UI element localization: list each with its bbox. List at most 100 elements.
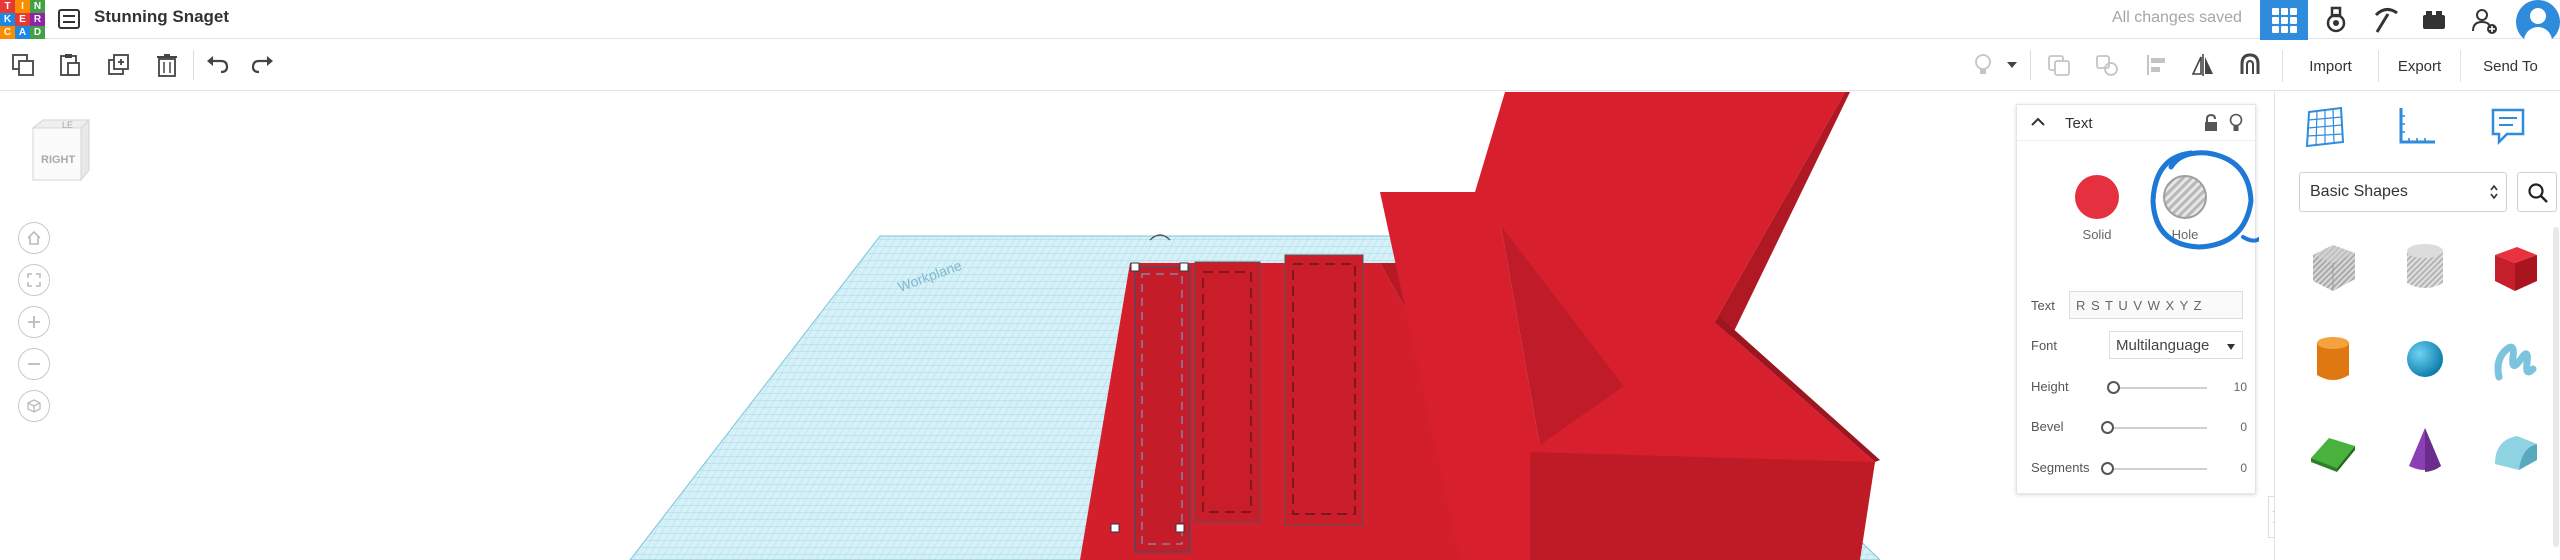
- shape-sphere[interactable]: [2385, 319, 2465, 399]
- segments-slider[interactable]: [2107, 468, 2207, 470]
- font-value: Multilanguage: [2116, 337, 2210, 354]
- light-dropdown[interactable]: [2004, 50, 2020, 80]
- tinkercad-logo[interactable]: TIN KER CAD: [0, 0, 46, 40]
- height-slider[interactable]: [2113, 387, 2207, 389]
- shape-box[interactable]: [2475, 227, 2555, 307]
- view-cube-top-label: LE: [62, 120, 74, 130]
- mirror-button[interactable]: [2188, 50, 2218, 80]
- chevron-up-icon[interactable]: [2031, 117, 2045, 127]
- minus-icon: [28, 363, 40, 365]
- shape-inspector: Text Solid Hole Text R S T U V W X Y Z F…: [2016, 104, 2259, 494]
- redo-icon: [251, 56, 273, 74]
- bevel-slider[interactable]: [2107, 427, 2207, 429]
- zoom-in-button[interactable]: [18, 306, 50, 338]
- view-cube[interactable]: LE RIGHT: [28, 118, 94, 190]
- paste-button[interactable]: [55, 50, 85, 80]
- plus-icon: [28, 316, 40, 328]
- shape-library-value: Basic Shapes: [2310, 183, 2408, 200]
- shape-roof[interactable]: [2293, 410, 2373, 490]
- height-slider-knob[interactable]: [2107, 381, 2120, 394]
- logo-letter: C: [0, 26, 15, 39]
- pickaxe-button[interactable]: [2362, 0, 2410, 40]
- shape-cone[interactable]: [2385, 410, 2465, 490]
- undo-button[interactable]: [202, 50, 232, 80]
- duplicate-button[interactable]: [104, 50, 134, 80]
- logo-letter: N: [30, 0, 45, 13]
- logo-letter: R: [30, 13, 45, 26]
- project-title[interactable]: Stunning Snaget: [94, 7, 229, 27]
- light-bulb-button[interactable]: [1968, 50, 1998, 80]
- shape-scribble[interactable]: [2475, 319, 2555, 399]
- segments-slider-knob[interactable]: [2101, 462, 2114, 475]
- notes-tool-button[interactable]: [2489, 106, 2529, 153]
- shapes-scrollbar[interactable]: [2553, 227, 2559, 547]
- shapes-panel: Basic Shapes: [2274, 92, 2560, 560]
- notes-icon: [2491, 108, 2525, 146]
- ruler-icon: [2399, 108, 2435, 144]
- copy-button[interactable]: [8, 50, 38, 80]
- shape-box-hole[interactable]: [2293, 227, 2373, 307]
- grid-view-icon: [2271, 7, 2297, 33]
- logo-letter: T: [0, 0, 15, 13]
- send-to-button[interactable]: Send To: [2460, 50, 2560, 82]
- shape-tile-partial[interactable]: [2299, 512, 2369, 560]
- tinker-lab-button[interactable]: [2312, 0, 2360, 40]
- delete-button[interactable]: [152, 50, 182, 80]
- shape-search-button[interactable]: [2517, 172, 2557, 212]
- import-button[interactable]: Import: [2282, 50, 2378, 82]
- design-list-icon[interactable]: [58, 9, 80, 29]
- inspector-header: Text: [2017, 105, 2255, 141]
- redo-button[interactable]: [248, 50, 278, 80]
- letter-row-2[interactable]: [1194, 261, 1261, 523]
- align-button[interactable]: [2142, 50, 2172, 80]
- chevron-down-icon: [2007, 62, 2017, 68]
- ungroup-button[interactable]: [2092, 50, 2122, 80]
- logo-letter: A: [15, 26, 30, 39]
- font-select[interactable]: Multilanguage: [2109, 331, 2243, 359]
- mirror-icon: [2191, 54, 2213, 76]
- lock-icon[interactable]: [2203, 114, 2219, 132]
- shape-library-select[interactable]: Basic Shapes: [2299, 172, 2507, 212]
- export-button[interactable]: Export: [2378, 50, 2460, 82]
- group-button[interactable]: [2044, 50, 2074, 80]
- avatar[interactable]: [2516, 0, 2560, 44]
- bevel-slider-knob[interactable]: [2101, 421, 2114, 434]
- height-label: Height: [2031, 379, 2069, 394]
- segments-value: 0: [2240, 461, 2247, 475]
- home-icon: [27, 230, 41, 245]
- logo-letter: E: [15, 13, 30, 26]
- magnet-button[interactable]: [2235, 50, 2265, 80]
- grid-view-button[interactable]: [2260, 0, 2308, 40]
- bevel-value: 0: [2240, 420, 2247, 434]
- solid-swatch[interactable]: [2075, 175, 2119, 219]
- workplane-viewport[interactable]: Workplane LE RIGHT: [0, 92, 2265, 560]
- scene-3d[interactable]: Workplane: [0, 92, 2265, 560]
- bricks-button[interactable]: [2410, 0, 2458, 40]
- logo-letter: K: [0, 13, 15, 26]
- shape-cylinder[interactable]: [2293, 319, 2373, 399]
- shape-round-roof[interactable]: [2475, 410, 2555, 490]
- home-view-button[interactable]: [18, 222, 50, 254]
- text-input[interactable]: R S T U V W X Y Z: [2069, 291, 2243, 319]
- ruler-tool-button[interactable]: [2395, 106, 2439, 153]
- light-bulb-icon: [1975, 54, 1991, 74]
- logo-letter: D: [30, 26, 45, 39]
- view-cube-face-label: RIGHT: [41, 154, 76, 166]
- select-arrows-icon: [2490, 184, 2498, 200]
- letter-row-1[interactable]: [1134, 266, 1191, 553]
- zoom-out-button[interactable]: [18, 348, 50, 380]
- bevel-label: Bevel: [2031, 419, 2064, 434]
- shape-cylinder-hole[interactable]: [2385, 227, 2465, 307]
- light-bulb-icon[interactable]: [2229, 113, 2243, 133]
- perspective-toggle-button[interactable]: [18, 390, 50, 422]
- box-icon: [2495, 247, 2537, 291]
- fit-view-button[interactable]: [18, 264, 50, 296]
- cylinder-icon: [2317, 337, 2349, 380]
- font-label: Font: [2031, 338, 2058, 353]
- workplane-tool-button[interactable]: [2303, 106, 2347, 153]
- add-user-button[interactable]: [2460, 0, 2508, 40]
- paste-icon: [60, 54, 80, 76]
- chevron-down-icon: [2227, 344, 2235, 350]
- letter-row-3[interactable]: [1284, 254, 1364, 526]
- tinker-lab-icon: [2326, 6, 2346, 33]
